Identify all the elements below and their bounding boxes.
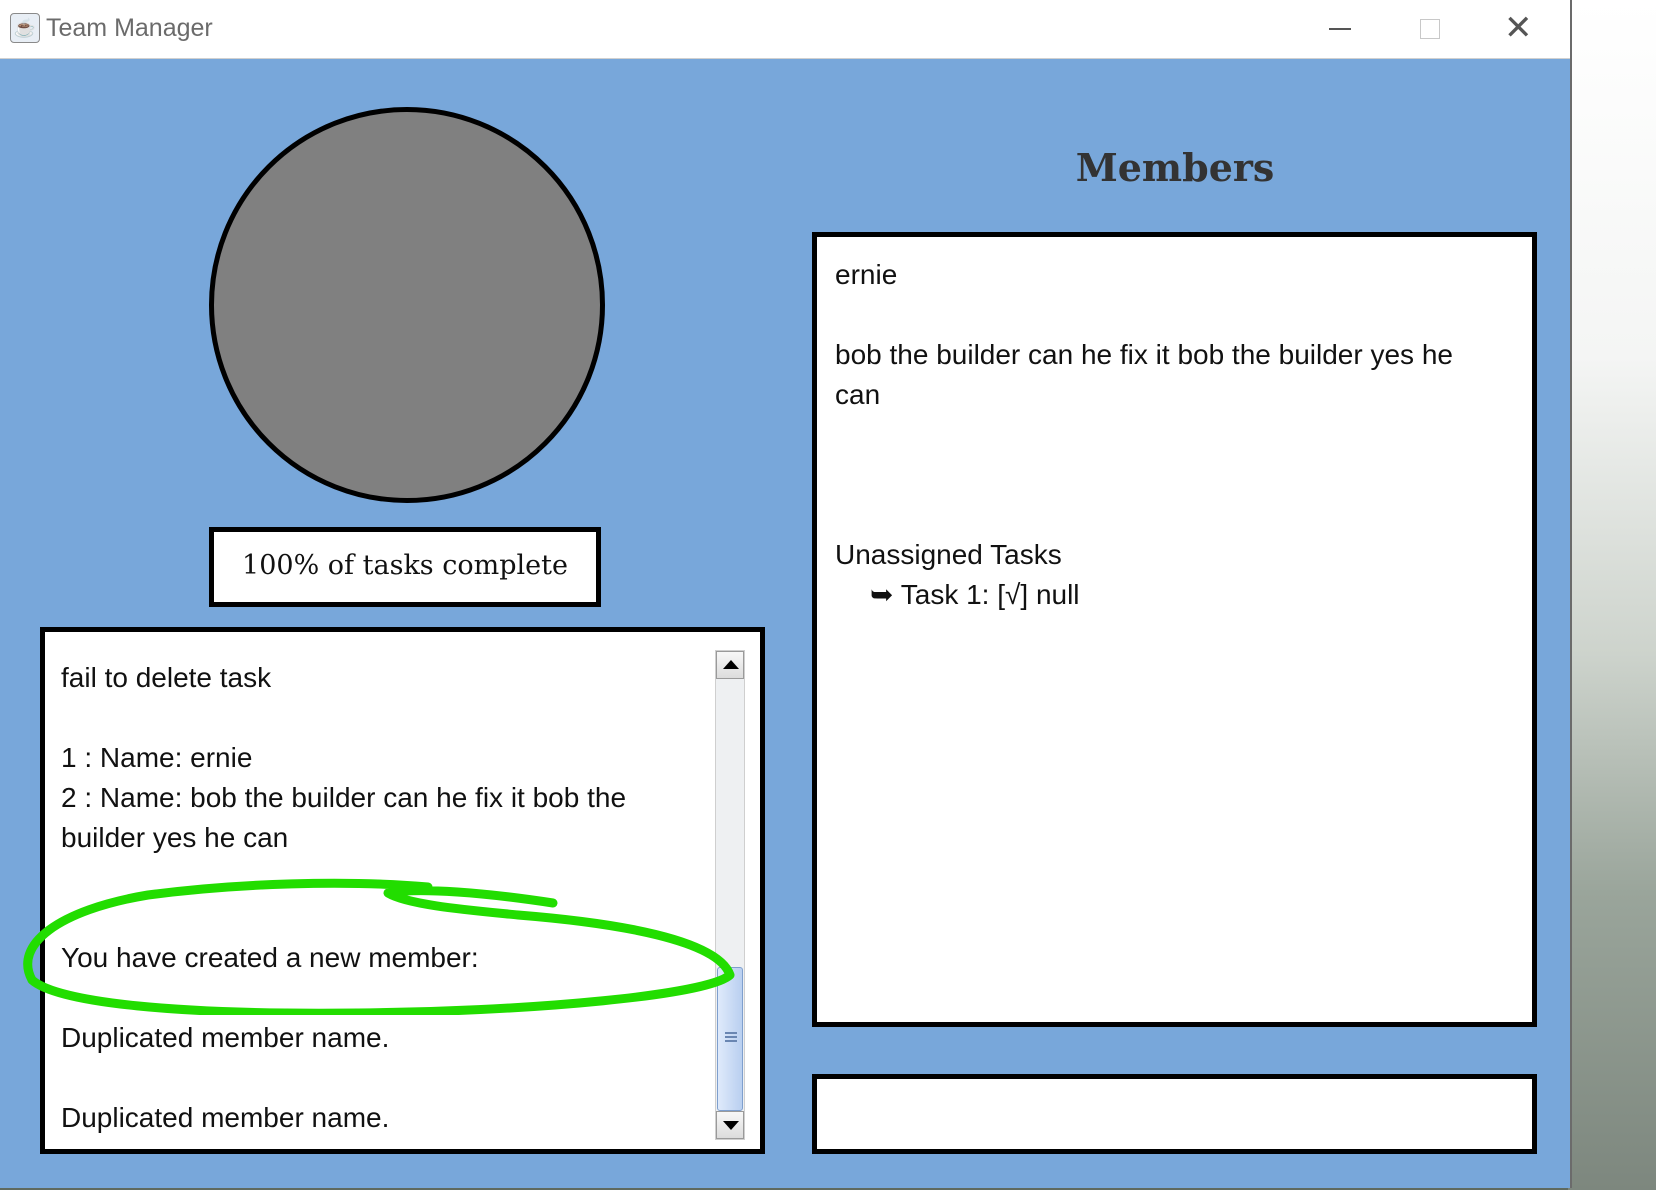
- window-title: Team Manager: [46, 14, 213, 42]
- log-line: Duplicated member name.: [61, 1022, 390, 1053]
- members-panel[interactable]: ernie bob the builder can he fix it bob …: [812, 232, 1537, 1027]
- message-log[interactable]: fail to delete task 1 : Name: ernie 2 : …: [40, 627, 765, 1154]
- log-line: fail to delete task: [61, 662, 272, 693]
- java-app-icon: ☕: [10, 13, 40, 43]
- arrow-right-icon: ➥: [870, 579, 894, 610]
- title-bar: ☕ Team Manager ✕: [0, 0, 1570, 59]
- log-line: 1 : Name: ernie: [61, 742, 253, 773]
- command-input[interactable]: [812, 1074, 1537, 1154]
- minimize-button[interactable]: [1310, 6, 1370, 50]
- close-icon: ✕: [1504, 9, 1533, 47]
- members-heading: Members: [1075, 145, 1275, 190]
- log-scrollbar[interactable]: [715, 650, 745, 1140]
- unassigned-tasks-heading: Unassigned Tasks: [835, 539, 1062, 570]
- scroll-up-button[interactable]: [716, 651, 744, 679]
- arrow-down-icon: [723, 1121, 739, 1130]
- desktop-background: [1568, 0, 1656, 1190]
- member-name: bob the builder can he fix it bob the bu…: [835, 339, 1453, 410]
- minimize-icon: [1329, 28, 1351, 30]
- scroll-thumb[interactable]: [717, 967, 743, 1111]
- team-manager-window: ☕ Team Manager ✕ 100% of tasks complete …: [0, 0, 1572, 1188]
- member-name: ernie: [835, 259, 898, 290]
- task-text: Task 1: [√] null: [900, 579, 1080, 610]
- scroll-down-button[interactable]: [716, 1111, 744, 1139]
- log-line: 2 : Name: bob the builder can he fix it …: [61, 782, 627, 853]
- log-line: You have created a new member:: [61, 942, 479, 973]
- progress-label: 100% of tasks complete: [209, 527, 601, 607]
- maximize-icon: [1420, 19, 1440, 39]
- task-item: ➥ Task 1: [√] null: [835, 575, 1475, 615]
- log-text: fail to delete task 1 : Name: ernie 2 : …: [61, 658, 681, 1138]
- close-button[interactable]: ✕: [1492, 6, 1552, 50]
- maximize-button[interactable]: [1400, 6, 1460, 50]
- progress-circle: [209, 107, 605, 503]
- arrow-up-icon: [723, 660, 739, 669]
- members-text: ernie bob the builder can he fix it bob …: [835, 255, 1475, 615]
- log-line: Duplicated member name.: [61, 1102, 390, 1133]
